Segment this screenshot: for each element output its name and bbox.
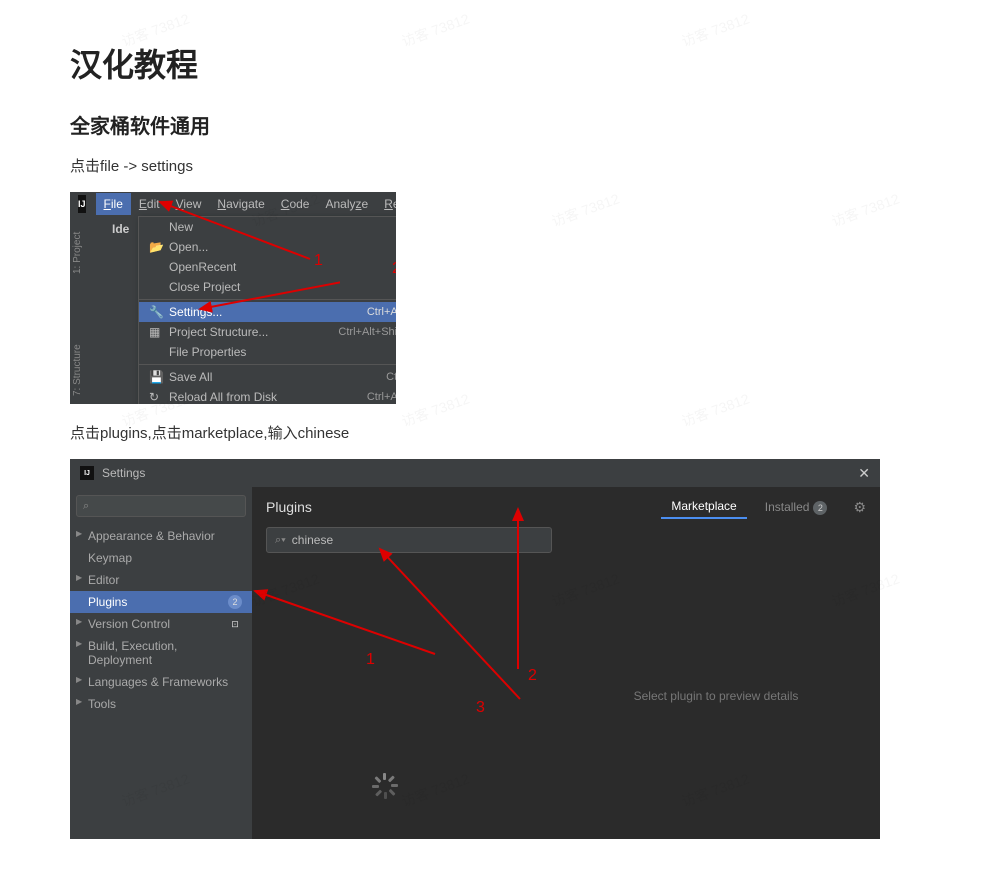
menu-separator bbox=[139, 299, 396, 300]
loading-spinner-icon bbox=[372, 773, 398, 799]
ide-menubar: IJ File Edit View Navigate Code Analyze … bbox=[70, 192, 396, 216]
page-heading: 汉化教程 bbox=[70, 40, 931, 86]
sidebar-version-control[interactable]: ▶Version Control⊡ bbox=[70, 613, 252, 635]
menu-save-all[interactable]: 💾Save AllCtrl+S bbox=[139, 367, 396, 387]
settings-title: Settings bbox=[102, 466, 145, 480]
search-value: chinese bbox=[292, 533, 333, 547]
settings-dialog-screenshot: IJ Settings ✕ ⌕ ▶Appearance & Behavior K… bbox=[70, 459, 880, 839]
menubar-view[interactable]: View bbox=[168, 193, 210, 215]
side-tab-structure[interactable]: 7: Structure bbox=[72, 344, 83, 396]
menu-file-properties[interactable]: File Properties▸ bbox=[139, 342, 396, 362]
annotation-label-2: 2 bbox=[528, 667, 537, 685]
menu-reload[interactable]: ↻Reload All from DiskCtrl+Alt+Y bbox=[139, 387, 396, 404]
watermark: 访客 73812 bbox=[549, 188, 622, 231]
ide-file-menu-screenshot: IJ File Edit View Navigate Code Analyze … bbox=[70, 192, 396, 404]
tab-marketplace[interactable]: Marketplace bbox=[661, 495, 746, 519]
search-icon: ⌕▾ bbox=[275, 534, 286, 547]
sidebar-editor[interactable]: ▶Editor bbox=[70, 569, 252, 591]
ide-logo-icon: IJ bbox=[78, 195, 86, 213]
page-subheading: 全家桶软件通用 bbox=[70, 110, 931, 139]
menu-separator bbox=[139, 364, 396, 365]
step2-text: 点击plugins,点击marketplace,输入chinese bbox=[70, 422, 931, 443]
sidebar-keymap[interactable]: Keymap bbox=[70, 547, 252, 569]
plugin-search-input[interactable]: ⌕▾ chinese bbox=[266, 527, 552, 553]
settings-main-panel: Plugins Marketplace Installed2 ⚙ ⌕▾ chin… bbox=[252, 487, 880, 839]
plugin-results-panel bbox=[252, 553, 552, 839]
annotation-label-2: 2 bbox=[392, 260, 396, 278]
sidebar-plugins[interactable]: Plugins2 bbox=[70, 591, 252, 613]
menubar-refactor[interactable]: Refa bbox=[376, 193, 396, 215]
watermark: 访客 73812 bbox=[829, 188, 902, 231]
sidebar-appearance[interactable]: ▶Appearance & Behavior bbox=[70, 525, 252, 547]
settings-sidebar: ⌕ ▶Appearance & Behavior Keymap ▶Editor … bbox=[70, 487, 252, 839]
project-panel-label: Ide bbox=[112, 222, 129, 236]
close-icon[interactable]: ✕ bbox=[858, 465, 870, 482]
plugins-header: Plugins Marketplace Installed2 ⚙ bbox=[252, 487, 880, 527]
menu-new[interactable]: New▸ bbox=[139, 217, 396, 237]
menubar-navigate[interactable]: Navigate bbox=[209, 193, 272, 215]
tab-installed[interactable]: Installed2 bbox=[755, 496, 838, 519]
side-tab-project[interactable]: 1: Project bbox=[72, 232, 83, 274]
settings-search-input[interactable]: ⌕ bbox=[76, 495, 246, 517]
plugins-title: Plugins bbox=[266, 499, 312, 515]
annotation-label-1: 1 bbox=[314, 252, 323, 270]
sidebar-tools[interactable]: ▶Tools bbox=[70, 693, 252, 715]
plugins-gear-icon[interactable]: ⚙ bbox=[853, 499, 866, 516]
sidebar-languages[interactable]: ▶Languages & Frameworks bbox=[70, 671, 252, 693]
menu-project-structure[interactable]: ▦Project Structure...Ctrl+Alt+Shift+S bbox=[139, 322, 396, 342]
menu-settings[interactable]: 🔧Settings...Ctrl+Alt+S bbox=[139, 302, 396, 322]
sidebar-build[interactable]: ▶Build, Execution, Deployment bbox=[70, 635, 252, 671]
menu-close-project[interactable]: Close Project bbox=[139, 277, 396, 297]
annotation-label-1: 1 bbox=[366, 651, 375, 669]
menubar-code[interactable]: Code bbox=[273, 193, 318, 215]
menubar-edit[interactable]: Edit bbox=[131, 193, 168, 215]
ide-logo-icon: IJ bbox=[80, 466, 94, 480]
annotation-label-3: 3 bbox=[476, 699, 485, 717]
menu-open-recent[interactable]: Open Recent▸ bbox=[139, 257, 396, 277]
plugin-preview-placeholder: Select plugin to preview details bbox=[552, 553, 880, 839]
step1-text: 点击file -> settings bbox=[70, 155, 931, 176]
menu-open[interactable]: 📂Open... bbox=[139, 237, 396, 257]
settings-titlebar: IJ Settings ✕ bbox=[70, 459, 880, 487]
menubar-analyze[interactable]: Analyze bbox=[317, 193, 376, 215]
file-dropdown-menu: New▸ 📂Open... Open Recent▸ Close Project… bbox=[138, 216, 396, 404]
menubar-file[interactable]: File bbox=[96, 193, 131, 215]
